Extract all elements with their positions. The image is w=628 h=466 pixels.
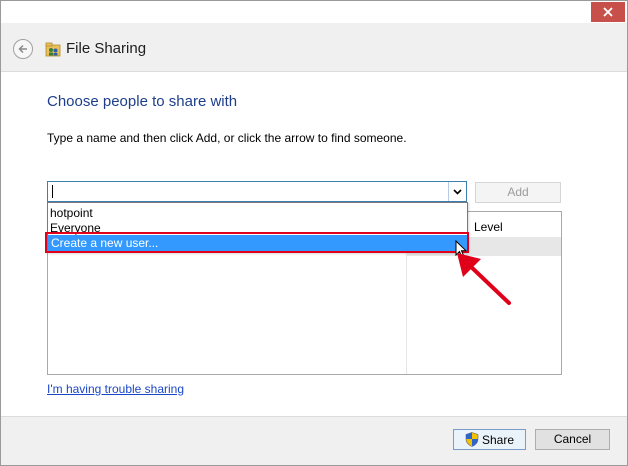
page-heading: Choose people to share with bbox=[47, 93, 238, 110]
cancel-button[interactable]: Cancel bbox=[535, 429, 610, 450]
dropdown-item-hotpoint[interactable]: hotpoint bbox=[50, 206, 93, 220]
file-sharing-icon bbox=[45, 42, 61, 57]
share-button-label: Share bbox=[481, 432, 515, 447]
title-bar: File Sharing bbox=[1, 23, 627, 72]
add-button[interactable]: Add bbox=[475, 182, 561, 203]
instruction-text: Type a name and then click Add, or click… bbox=[47, 131, 407, 145]
chevron-down-icon bbox=[453, 188, 462, 195]
name-combobox[interactable] bbox=[47, 181, 467, 202]
annotation-highlight-box bbox=[45, 232, 469, 253]
annotation-arrow-icon bbox=[457, 253, 511, 305]
window-title: File Sharing bbox=[66, 40, 147, 57]
uac-shield-icon bbox=[465, 432, 479, 447]
trouble-sharing-link[interactable]: I'm having trouble sharing bbox=[47, 382, 184, 396]
share-button[interactable]: Share bbox=[453, 429, 526, 450]
column-header-level[interactable]: Level bbox=[474, 220, 503, 234]
footer-bar: Share Cancel bbox=[1, 416, 627, 465]
close-icon bbox=[603, 7, 613, 17]
back-arrow-icon bbox=[18, 44, 27, 54]
combobox-dropdown-button[interactable] bbox=[448, 182, 466, 201]
text-caret bbox=[52, 185, 53, 198]
file-sharing-window: File Sharing Choose people to share with… bbox=[0, 0, 628, 466]
close-button[interactable] bbox=[591, 2, 625, 22]
back-button[interactable] bbox=[13, 39, 33, 59]
